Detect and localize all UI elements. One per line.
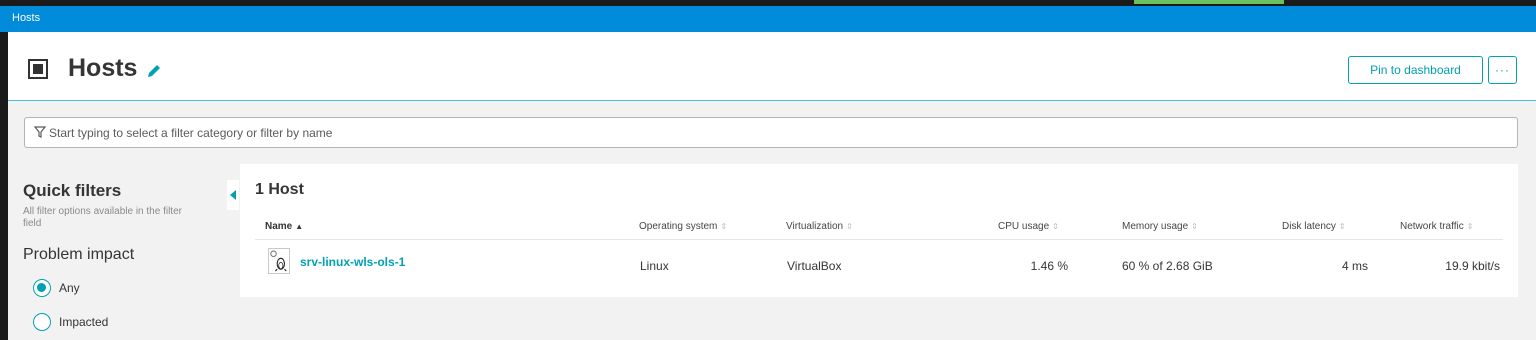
hosts-table-card: 1 Host Name ▲ Operating system ⇕ Virtualiz… [240,164,1518,297]
host-virtualization: VirtualBox [787,259,842,273]
radio-any[interactable]: Any [33,278,80,298]
radio-button[interactable] [33,313,51,331]
host-network-traffic: 19.9 kbit/s [1445,259,1500,273]
sort-icon: ⇕ [720,222,728,231]
sort-icon: ⇕ [846,222,853,231]
host-name-link[interactable]: srv-linux-wls-ols-1 [300,255,405,269]
sort-icon: ⇕ [1466,222,1474,231]
column-header-disk-latency[interactable]: Disk latency ⇕ [1282,221,1346,232]
radio-label: Any [59,281,80,295]
page-header: Hosts Pin to dashboard ··· [8,32,1536,101]
sort-icon: ⇕ [1191,222,1198,231]
sort-icon: ⇕ [1052,222,1059,231]
page-title: Hosts [68,54,138,82]
breadcrumb-hosts[interactable]: Hosts [12,12,40,24]
problem-impact-title: Problem impact [23,246,135,263]
column-header-memory[interactable]: Memory usage ⇕ [1122,221,1198,232]
pin-to-dashboard-button[interactable]: Pin to dashboard [1348,56,1483,84]
collapse-left-icon[interactable] [227,180,239,210]
more-options-button[interactable]: ··· [1488,56,1517,84]
pencil-icon[interactable] [145,62,163,80]
host-os: Linux [640,259,669,273]
column-header-virtualization[interactable]: Virtualization ⇕ [786,221,853,232]
column-header-name[interactable]: Name ▲ [265,221,303,232]
main-content: Hosts Pin to dashboard ··· Start typing … [8,32,1536,340]
linux-icon [268,248,290,274]
filter-input[interactable]: Start typing to select a filter category… [24,117,1518,148]
column-header-cpu[interactable]: CPU usage ⇕ [998,221,1059,232]
breadcrumb-bar: Hosts [0,6,1536,32]
column-header-os[interactable]: Operating system ⇕ [639,221,727,232]
sort-asc-icon: ▲ [295,222,304,231]
sort-icon: ⇕ [1338,222,1346,231]
header-divider [255,239,1503,240]
column-header-network[interactable]: Network traffic ⇕ [1400,221,1473,232]
host-count: 1 Host [255,181,304,198]
host-memory-usage: 60 % of 2.68 GiB [1122,259,1213,273]
host-icon [28,59,48,79]
funnel-icon [34,126,46,138]
quick-filters-help: All filter options available in the filt… [23,206,182,229]
top-accent-bar [1134,0,1284,4]
host-cpu-usage: 1.46 % [1030,259,1068,273]
filter-placeholder: Start typing to select a filter category… [49,126,333,140]
radio-label: Impacted [59,315,109,329]
host-disk-latency: 4 ms [1341,259,1368,273]
quick-filters-title: Quick filters [23,181,122,200]
radio-button[interactable] [33,279,51,297]
radio-impacted[interactable]: Impacted [33,312,108,332]
